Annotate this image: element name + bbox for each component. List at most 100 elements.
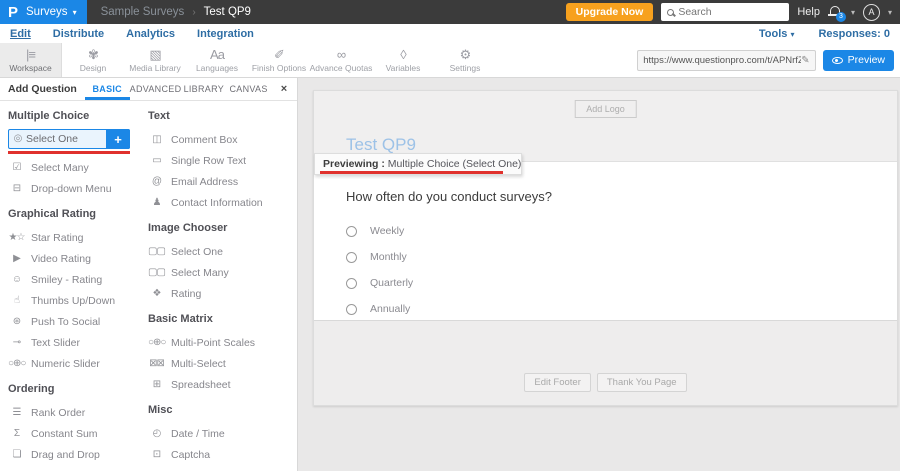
search-box[interactable] (661, 3, 789, 21)
tab-advanced[interactable]: ADVANCED (130, 78, 182, 100)
spreadsheet-icon: ⊞ (148, 380, 165, 390)
edit-footer-button[interactable]: Edit Footer (524, 373, 590, 392)
toolbar-item-design[interactable]: ✾Design (62, 43, 124, 77)
question-types-column-2: Text ◫Comment Box▭Single Row Text@Email A… (148, 101, 292, 471)
toolbar-item-languages[interactable]: AaLanguages (186, 43, 248, 77)
question-type-multi-select[interactable]: ⊠⊠Multi-Select (148, 353, 292, 374)
section-heading: Text (148, 110, 292, 122)
topbar-actions: Upgrade Now Help 3 ▾ A ▾ (566, 0, 900, 24)
questionpro-logo[interactable]: P (8, 5, 18, 20)
section-misc: Misc◴Date / Time⊡Captcha▦Calendar (148, 404, 292, 471)
toolbar-item-settings[interactable]: ⚙Settings (434, 43, 496, 77)
question-type-select-one[interactable]: ◎Select One+ (8, 129, 130, 149)
question-type-rank-order[interactable]: ☰Rank Order (8, 402, 142, 423)
question-type-label: Text Slider (31, 337, 80, 349)
question-type-select-many[interactable]: ☑Select Many (8, 157, 142, 178)
nav-tab-distribute[interactable]: Distribute (53, 28, 104, 40)
tools-menu[interactable]: Tools ▾ (759, 28, 795, 40)
question-type-push-to-social[interactable]: ⊛Push To Social (8, 311, 142, 332)
section-heading: Multiple Choice (8, 110, 142, 122)
nav-tab-analytics[interactable]: Analytics (126, 28, 175, 40)
question-type-calendar[interactable]: ▦Calendar (148, 465, 292, 471)
answer-option-label: Annually (370, 303, 410, 315)
tools-menu-label: Tools (759, 28, 788, 40)
toolbar-item-variables[interactable]: ◊Variables (372, 43, 434, 77)
thank-you-page-button[interactable]: Thank You Page (597, 373, 687, 392)
question-preview-panel: How often do you conduct surveys? Weekly… (314, 161, 897, 321)
notifications-button[interactable]: 3 (828, 5, 843, 20)
answer-option-quarterly[interactable]: Quarterly (346, 270, 897, 296)
section-heading: Graphical Rating (8, 208, 142, 220)
panel-tabs: Add Question BASICADVANCEDLIBRARYCANVAS … (0, 78, 297, 101)
answer-option-monthly[interactable]: Monthly (346, 244, 897, 270)
upgrade-now-button[interactable]: Upgrade Now (566, 3, 654, 21)
radio-button[interactable] (346, 252, 357, 263)
question-type-contact-information[interactable]: ♟Contact Information (148, 192, 292, 213)
toolbar-item-finish-options[interactable]: ✐Finish Options (248, 43, 310, 77)
question-type-drag-and-drop[interactable]: ❏Drag and Drop (8, 444, 142, 465)
toolbar-item-advance-quotas[interactable]: ∞Advance Quotas (310, 43, 372, 77)
question-type-captcha[interactable]: ⊡Captcha (148, 444, 292, 465)
nav-tab-integration[interactable]: Integration (197, 28, 254, 40)
question-type-label: Select One (26, 133, 106, 145)
question-type-smiley-rating[interactable]: ☺Smiley - Rating (8, 269, 142, 290)
question-type-select-many[interactable]: ▢▢Select Many (148, 262, 292, 283)
question-type-drop-down-menu[interactable]: ⊟Drop-down Menu (8, 178, 142, 199)
section-nav: Edit Distribute Analytics Integration Tools… (0, 24, 900, 43)
toolbar-item-workspace[interactable]: |≡Workspace (0, 43, 62, 77)
question-type-numeric-slider[interactable]: ○⊕○Numeric Slider (8, 353, 142, 374)
radio-button[interactable] (346, 304, 357, 315)
chevron-down-icon: ▾ (73, 8, 77, 17)
question-type-select-one[interactable]: ▢▢Select One (148, 241, 292, 262)
question-type-single-row-text[interactable]: ▭Single Row Text (148, 150, 292, 171)
question-type-video-rating[interactable]: ▶Video Rating (8, 248, 142, 269)
add-question-button[interactable]: + (106, 129, 130, 149)
breadcrumb-parent[interactable]: Sample Surveys (101, 6, 185, 18)
edit-url-icon[interactable]: ✎ (801, 55, 809, 66)
media-library-icon: ▧ (149, 48, 160, 61)
question-type-thumbs-up-down[interactable]: ☝Thumbs Up/Down (8, 290, 142, 311)
panel-tab-strip: BASICADVANCEDLIBRARYCANVAS (85, 78, 271, 100)
question-type-comment-box[interactable]: ◫Comment Box (148, 129, 292, 150)
question-type-constant-sum[interactable]: ΣConstant Sum (8, 423, 142, 444)
avatar[interactable]: A (863, 4, 880, 21)
answer-option-weekly[interactable]: Weekly (346, 218, 897, 244)
add-question-panel: Add Question BASICADVANCEDLIBRARYCANVAS … (0, 78, 298, 471)
question-type-star-rating[interactable]: ★☆Star Rating (8, 227, 142, 248)
question-type-label: Date / Time (171, 428, 225, 440)
annotation-underline-select-one (8, 151, 130, 154)
help-link[interactable]: Help (797, 6, 820, 18)
text-slider-icon: ⊸ (8, 338, 25, 348)
toolbar-item-label: Settings (450, 63, 481, 73)
nav-tab-edit[interactable]: Edit (10, 28, 31, 40)
question-type-email-address[interactable]: @Email Address (148, 171, 292, 192)
question-type-label: Captcha (171, 449, 210, 461)
preview-button[interactable]: Preview (823, 50, 894, 71)
tab-canvas[interactable]: CANVAS (226, 78, 271, 100)
question-type-text-slider[interactable]: ⊸ Text Slider (8, 332, 142, 353)
survey-url-input[interactable] (643, 55, 801, 66)
chevron-down-icon[interactable]: ▾ (851, 8, 855, 17)
surveys-menu[interactable]: Surveys ▾ (26, 6, 77, 18)
radio-button[interactable] (346, 278, 357, 289)
add-logo-button[interactable]: Add Logo (574, 100, 637, 118)
multi-select-icon: ⊠⊠ (148, 359, 165, 369)
tab-library[interactable]: LIBRARY (181, 78, 226, 100)
question-type-rating[interactable]: ❖Rating (148, 283, 292, 304)
question-type-multi-point-scales[interactable]: ○⊕○Multi-Point Scales (148, 332, 292, 353)
search-input[interactable] (678, 6, 783, 18)
breadcrumb-separator-icon: › (192, 7, 195, 18)
tab-basic[interactable]: BASIC (85, 78, 130, 100)
select-one-icon: ◎ (9, 134, 26, 144)
question-type-spreadsheet[interactable]: ⊞Spreadsheet (148, 374, 292, 395)
toolbar-item-label: Variables (386, 63, 421, 73)
answer-option-label: Quarterly (370, 277, 413, 289)
close-panel-button[interactable]: × (271, 78, 297, 100)
answer-option-annually[interactable]: Annually (346, 296, 897, 322)
question-type-date-time[interactable]: ◴Date / Time (148, 423, 292, 444)
chevron-down-icon[interactable]: ▾ (888, 8, 892, 17)
toolbar-item-media-library[interactable]: ▧Media Library (124, 43, 186, 77)
thumbs-up-down-icon: ☝ (8, 296, 25, 306)
radio-button[interactable] (346, 226, 357, 237)
question-type-label: Multi-Point Scales (171, 337, 255, 349)
